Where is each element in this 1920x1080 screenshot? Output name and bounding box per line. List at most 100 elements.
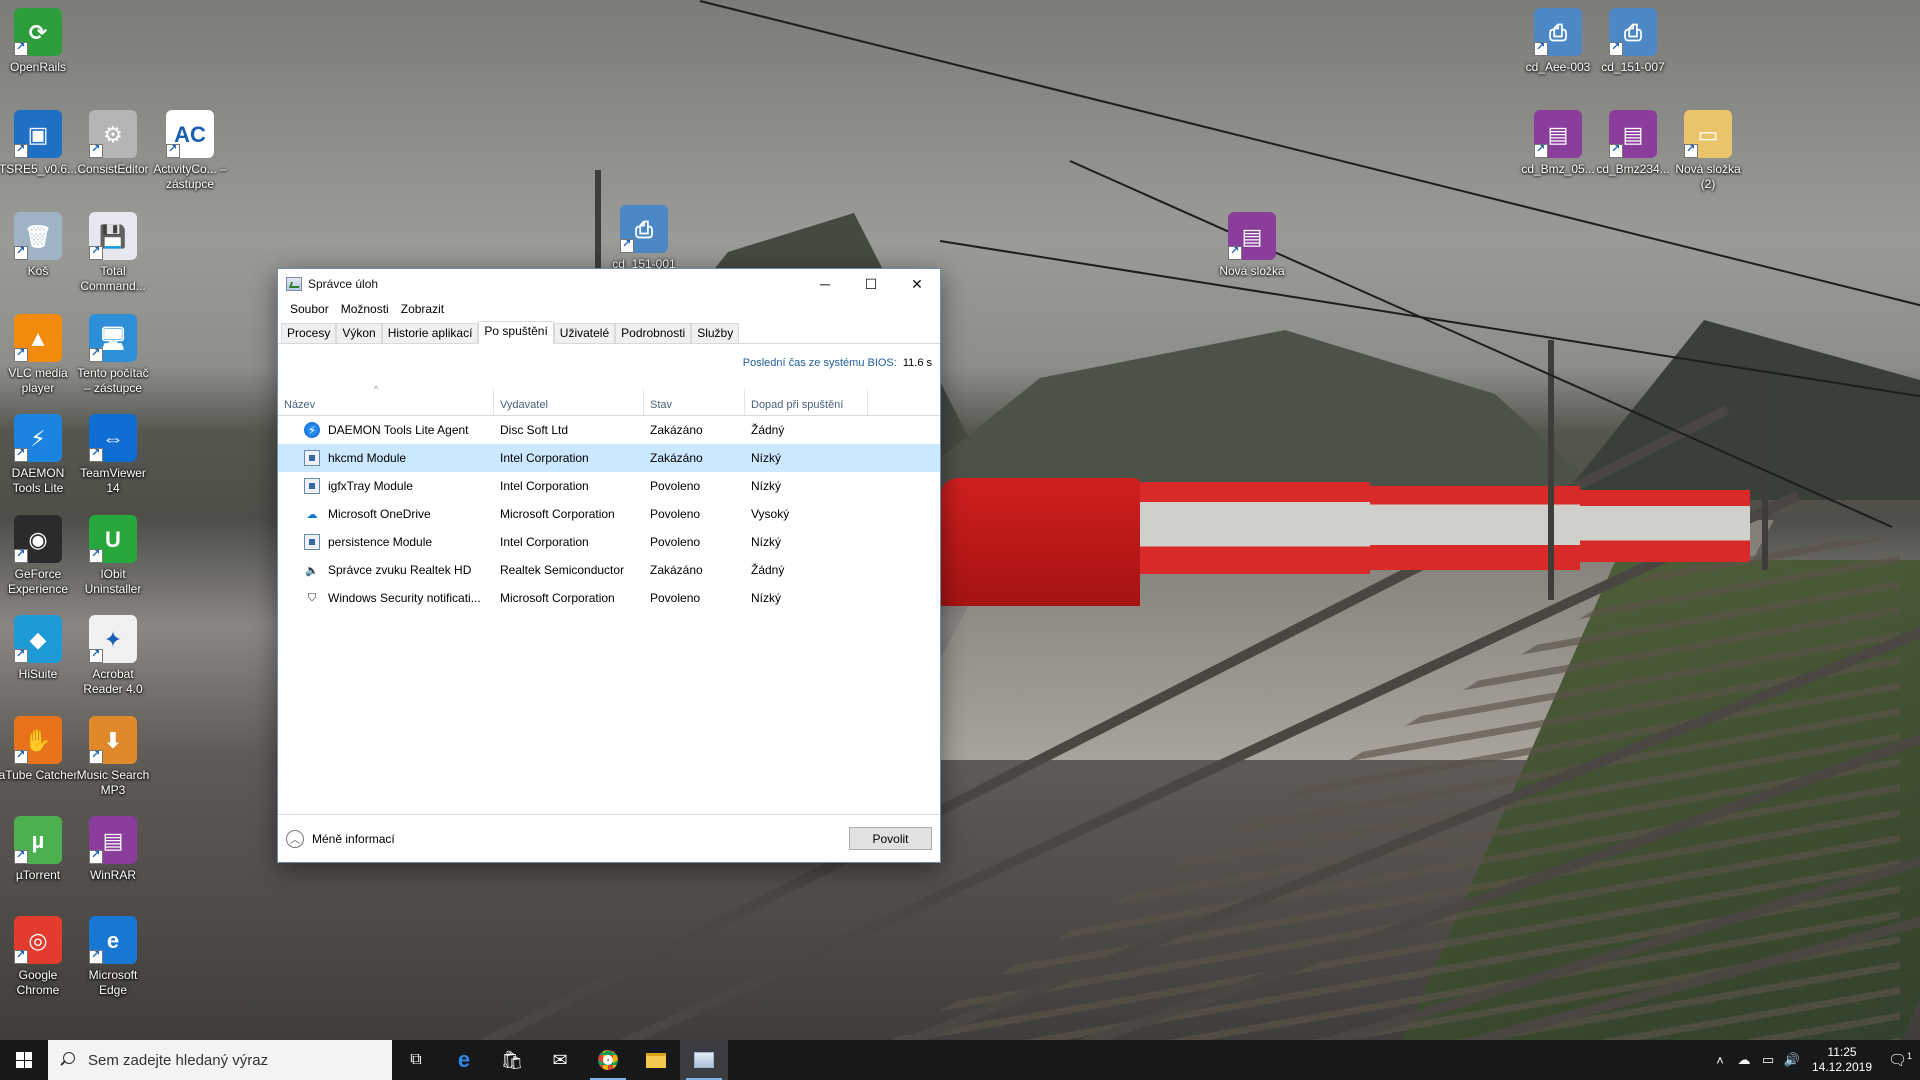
minimize-button[interactable]: ─: [802, 269, 848, 299]
menu-file[interactable]: Soubor: [284, 302, 335, 316]
activity-editor-icon: AC: [166, 110, 214, 158]
desktop-shortcut-winrar-icon[interactable]: ▤ WinRAR: [73, 816, 153, 883]
volume-icon[interactable]: 🔊: [1780, 1052, 1804, 1068]
desktop-shortcut-teamviewer-icon[interactable]: ⇔ TeamViewer 14: [73, 414, 153, 496]
taskbar-store[interactable]: 🛍: [488, 1040, 536, 1080]
cell-publisher: Microsoft Corporation: [500, 507, 615, 521]
action-center-button[interactable]: 🗨1: [1880, 1051, 1920, 1069]
table-row[interactable]: ☁ Microsoft OneDrive Microsoft Corporation…: [278, 500, 940, 528]
desktop-shortcut-atube-catcher-icon[interactable]: ✋ aTube Catcher: [0, 716, 78, 783]
desktop-shortcut-this-pc-icon[interactable]: 🖥 Tento počítač – zástupce: [73, 314, 153, 396]
chevron-up-icon[interactable]: ˄: [1708, 1053, 1732, 1068]
desktop-shortcut-music-search-icon[interactable]: ⬇ Music Search MP3: [73, 716, 153, 798]
desktop-icon-label: cd_Aee-003: [1525, 60, 1591, 74]
this-pc-icon: 🖥: [89, 314, 137, 362]
shortcut-arrow-icon: [1609, 40, 1623, 56]
cell-state: Zakázáno: [650, 451, 703, 465]
desktop-shortcut-recycle-bin-icon[interactable]: 🗑 Koš: [0, 212, 78, 279]
tab-performance[interactable]: Výkon: [336, 323, 382, 343]
bios-time: Poslední čas ze systému BIOS: 11.6 s: [278, 344, 940, 382]
taskbar-file-explorer[interactable]: [632, 1040, 680, 1080]
desktop-shortcut-activity-editor-icon[interactable]: AC ActivityCo... – zástupce: [150, 110, 230, 192]
table-row[interactable]: igfxTray Module Intel Corporation Povoleno…: [278, 472, 940, 500]
desktop-shortcut-vlc-icon[interactable]: ▲ VLC media player: [0, 314, 78, 396]
desktop-shortcut-winrar-archive-icon[interactable]: ▤ cd_Bmz234...: [1593, 110, 1673, 177]
column-header-publisher[interactable]: Vydavatel: [494, 389, 644, 415]
desktop-shortcut-iobit-icon[interactable]: U IObit Uninstaller: [73, 515, 153, 597]
tab-users[interactable]: Uživatelé: [553, 323, 616, 343]
total-commander-icon: 💾: [89, 212, 137, 260]
table-row[interactable]: ⚡ DAEMON Tools Lite Agent Disc Soft Ltd Zak…: [278, 416, 940, 444]
table-row[interactable]: persistence Module Intel Corporation Povol…: [278, 528, 940, 556]
acrobat-icon: ✦: [89, 615, 137, 663]
column-header-status[interactable]: Stav: [644, 389, 745, 415]
desktop-shortcut-installer-icon[interactable]: ⎙cd_151-001: [604, 205, 684, 272]
shortcut-arrow-icon: [14, 244, 28, 260]
desktop-shortcut-total-commander-icon[interactable]: 💾 Total Command...: [73, 212, 153, 294]
tab-details[interactable]: Podrobnosti: [615, 323, 692, 343]
desktop-shortcut-winrar-archive-icon[interactable]: ▤ Nová složka: [1212, 212, 1292, 279]
bios-time-label: Poslední čas ze systému BIOS:: [742, 357, 897, 369]
desktop-shortcut-installer-icon[interactable]: ⎙ cd_Aee-003: [1518, 8, 1598, 75]
desktop-shortcut-acrobat-icon[interactable]: ✦ Acrobat Reader 4.0: [73, 615, 153, 697]
taskbar-task-manager[interactable]: [680, 1040, 728, 1080]
taskbar-edge[interactable]: e: [440, 1040, 488, 1080]
title-bar[interactable]: Správce úloh ─ ☐ ✕: [278, 269, 940, 299]
desktop-shortcut-tsre-icon[interactable]: ▣ TSRE5_v0.6...: [0, 110, 78, 177]
menu-options[interactable]: Možnosti: [335, 302, 395, 316]
shortcut-arrow-icon: [14, 547, 28, 563]
task-manager-window[interactable]: Správce úloh ─ ☐ ✕ Soubor Možnosti Zobra…: [277, 268, 941, 863]
column-header-name[interactable]: Název: [278, 389, 494, 415]
desktop-shortcut-folder-icon[interactable]: ▭ Nová složka (2): [1668, 110, 1748, 192]
installer-icon: ⎙: [620, 205, 668, 253]
tab-services[interactable]: Služby: [691, 323, 740, 343]
desktop-shortcut-openrails-icon[interactable]: ⟳ OpenRails: [0, 8, 78, 75]
atube-catcher-icon: ✋: [14, 716, 62, 764]
desktop-shortcut-edge-icon[interactable]: e Microsoft Edge: [73, 916, 153, 998]
desktop-icon-label: HiSuite: [18, 667, 58, 681]
shortcut-arrow-icon: [1609, 142, 1623, 158]
desktop-shortcut-geforce-icon[interactable]: ◉ GeForce Experience: [0, 515, 78, 597]
cell-state: Povoleno: [650, 507, 701, 521]
desktop-shortcut-chrome-icon[interactable]: ◎ Google Chrome: [0, 916, 78, 998]
desktop-shortcut-hisuite-icon[interactable]: ◆ HiSuite: [0, 615, 78, 682]
desktop-shortcut-utorrent-icon[interactable]: µ µTorrent: [0, 816, 78, 883]
task-view-button[interactable]: ⧉: [392, 1040, 440, 1080]
taskbar-mail[interactable]: ✉: [536, 1040, 584, 1080]
start-button[interactable]: [0, 1040, 48, 1080]
tab-startup[interactable]: Po spuštění: [478, 321, 554, 344]
table-row[interactable]: hkcmd Module Intel Corporation Zakázáno Níz…: [278, 444, 940, 472]
folder-icon: ▭: [1684, 110, 1732, 158]
fewer-details-link[interactable]: ︿ Méně informací: [286, 829, 395, 848]
cell-impact: Nízký: [751, 591, 781, 605]
taskbar-search-box[interactable]: Sem zadejte hledaný výraz: [48, 1040, 392, 1080]
task-manager-icon: [694, 1052, 714, 1068]
tab-app-history[interactable]: Historie aplikací: [381, 323, 479, 343]
table-row[interactable]: 🔈 Správce zvuku Realtek HD Realtek Semicon…: [278, 556, 940, 584]
desktop-shortcut-daemon-tools-icon[interactable]: ⚡ DAEMON Tools Lite: [0, 414, 78, 496]
close-button[interactable]: ✕: [894, 269, 940, 299]
desktop-shortcut-winrar-archive-icon[interactable]: ▤ cd_Bmz_05...: [1518, 110, 1598, 177]
onedrive-cloud-icon[interactable]: ☁: [1732, 1052, 1756, 1068]
enable-button[interactable]: Povolit: [849, 827, 932, 850]
shortcut-arrow-icon: [89, 748, 103, 764]
desktop-shortcut-installer-icon[interactable]: ⎙ cd_151-007: [1593, 8, 1673, 75]
network-icon[interactable]: ▭: [1756, 1052, 1780, 1068]
desktop-icon-label: µTorrent: [15, 868, 61, 882]
daemon-tools-icon: ⚡: [304, 422, 320, 438]
desktop-shortcut-consist-editor-icon[interactable]: ⚙ ConsistEditor: [73, 110, 153, 177]
desktop-icon-label: VLC media player: [8, 366, 68, 395]
clock[interactable]: 11:25 14.12.2019: [1804, 1045, 1880, 1075]
maximize-button[interactable]: ☐: [848, 269, 894, 299]
consist-editor-icon: ⚙: [89, 110, 137, 158]
menu-view[interactable]: Zobrazit: [395, 302, 450, 316]
shortcut-arrow-icon: [1228, 244, 1242, 260]
cell-impact: Vysoký: [751, 507, 790, 521]
openrails-icon: ⟳: [14, 8, 62, 56]
taskbar-chrome[interactable]: [584, 1040, 632, 1080]
module-icon: [304, 534, 320, 550]
table-row[interactable]: ⛉ Windows Security notificati... Microsoft…: [278, 584, 940, 612]
tab-processes[interactable]: Procesy: [281, 323, 337, 343]
column-header-startup-impact[interactable]: Dopad při spuštění: [745, 389, 868, 415]
cell-publisher: Microsoft Corporation: [500, 591, 615, 605]
